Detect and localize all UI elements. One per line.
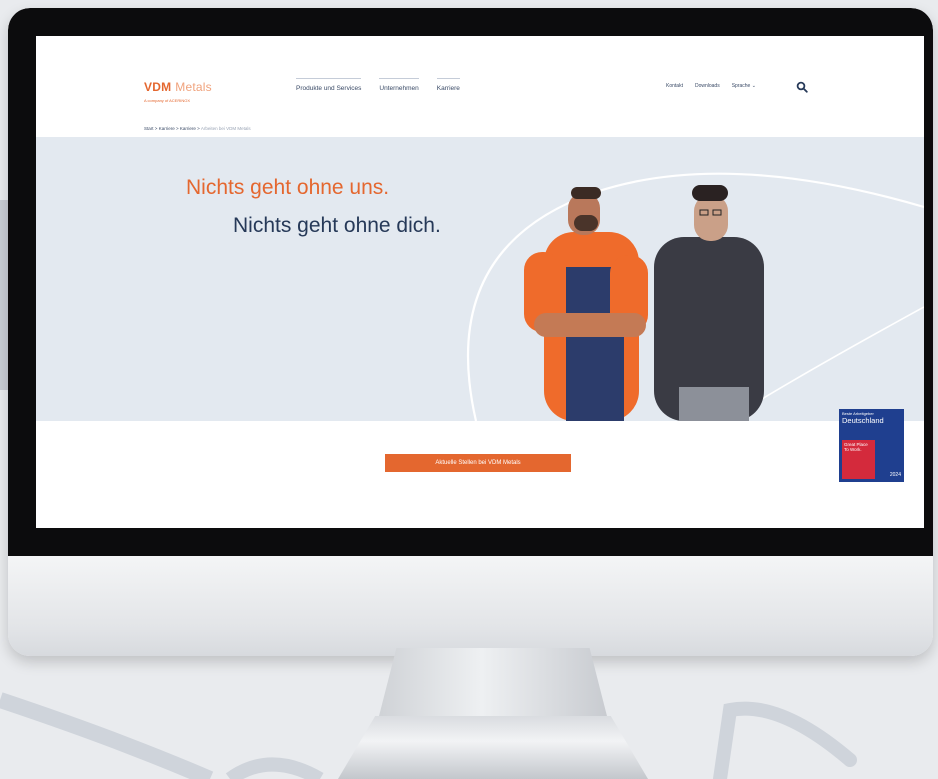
util-item-kontakt[interactable]: Kontakt [666, 83, 683, 89]
breadcrumb-separator: > [154, 126, 158, 131]
breadcrumb-item[interactable]: Start [144, 126, 154, 131]
main-navigation: Produkte und Services Unternehmen Karrie… [296, 78, 460, 92]
site-header: VDM Metals A company of ACERINOX Produkte… [36, 36, 924, 131]
nav-item-karriere[interactable]: Karriere [436, 78, 460, 92]
chevron-down-icon: ⌄ [751, 83, 756, 89]
great-place-to-work-badge: Beste Arbeitgeber Deutschland Great Plac… [839, 409, 904, 482]
monitor-chin [8, 556, 933, 656]
logo-brand-suffix: Metals [175, 80, 212, 94]
hero-headline-secondary: Nichts geht ohne dich. [233, 214, 441, 237]
award-label: Great Place To Work. [842, 440, 875, 479]
monitor-stand-neck [378, 648, 608, 720]
monitor-screen: VDM Metals A company of ACERINOX Produkte… [36, 36, 924, 528]
monitor: VDM Metals A company of ACERINOX Produkte… [8, 8, 933, 656]
breadcrumb: Start > Karriere > Karriere > Arbeiten b… [144, 126, 251, 131]
award-subtitle: Beste Arbeitgeber [842, 411, 874, 416]
util-item-downloads[interactable]: Downloads [695, 83, 720, 89]
breadcrumb-item[interactable]: Karriere [159, 126, 175, 131]
nav-item-unternehmen[interactable]: Unternehmen [379, 78, 419, 92]
breadcrumb-current: Arbeiten bei VDM Metals [200, 126, 251, 131]
breadcrumb-separator: > [175, 126, 179, 131]
logo-brand: VDM [144, 80, 172, 94]
hero-headline-primary: Nichts geht ohne uns. [186, 176, 390, 199]
hero-people-image [524, 185, 764, 421]
jobs-cta-button[interactable]: Aktuelle Stellen bei VDM Metals [385, 454, 571, 472]
monitor-stand-base [338, 716, 648, 779]
nav-item-produkte[interactable]: Produkte und Services [296, 78, 362, 92]
worker-figure [524, 187, 648, 421]
language-select[interactable]: Sprache ⌄ [732, 83, 756, 89]
office-worker-figure [654, 185, 764, 421]
search-icon[interactable] [796, 81, 808, 93]
breadcrumb-item[interactable]: Karriere [180, 126, 196, 131]
breadcrumb-separator: > [197, 126, 200, 131]
award-country: Deutschland [842, 416, 884, 425]
language-label: Sprache [731, 83, 751, 89]
hero-banner: Nichts geht ohne uns. Nichts geht ohne d… [36, 137, 924, 421]
logo-tagline: A company of ACERINOX [144, 98, 191, 103]
site-logo[interactable]: VDM Metals A company of ACERINOX [144, 80, 212, 103]
utility-navigation: Kontakt Downloads Sprache ⌄ [666, 83, 756, 89]
award-year: 2024 [889, 472, 901, 478]
